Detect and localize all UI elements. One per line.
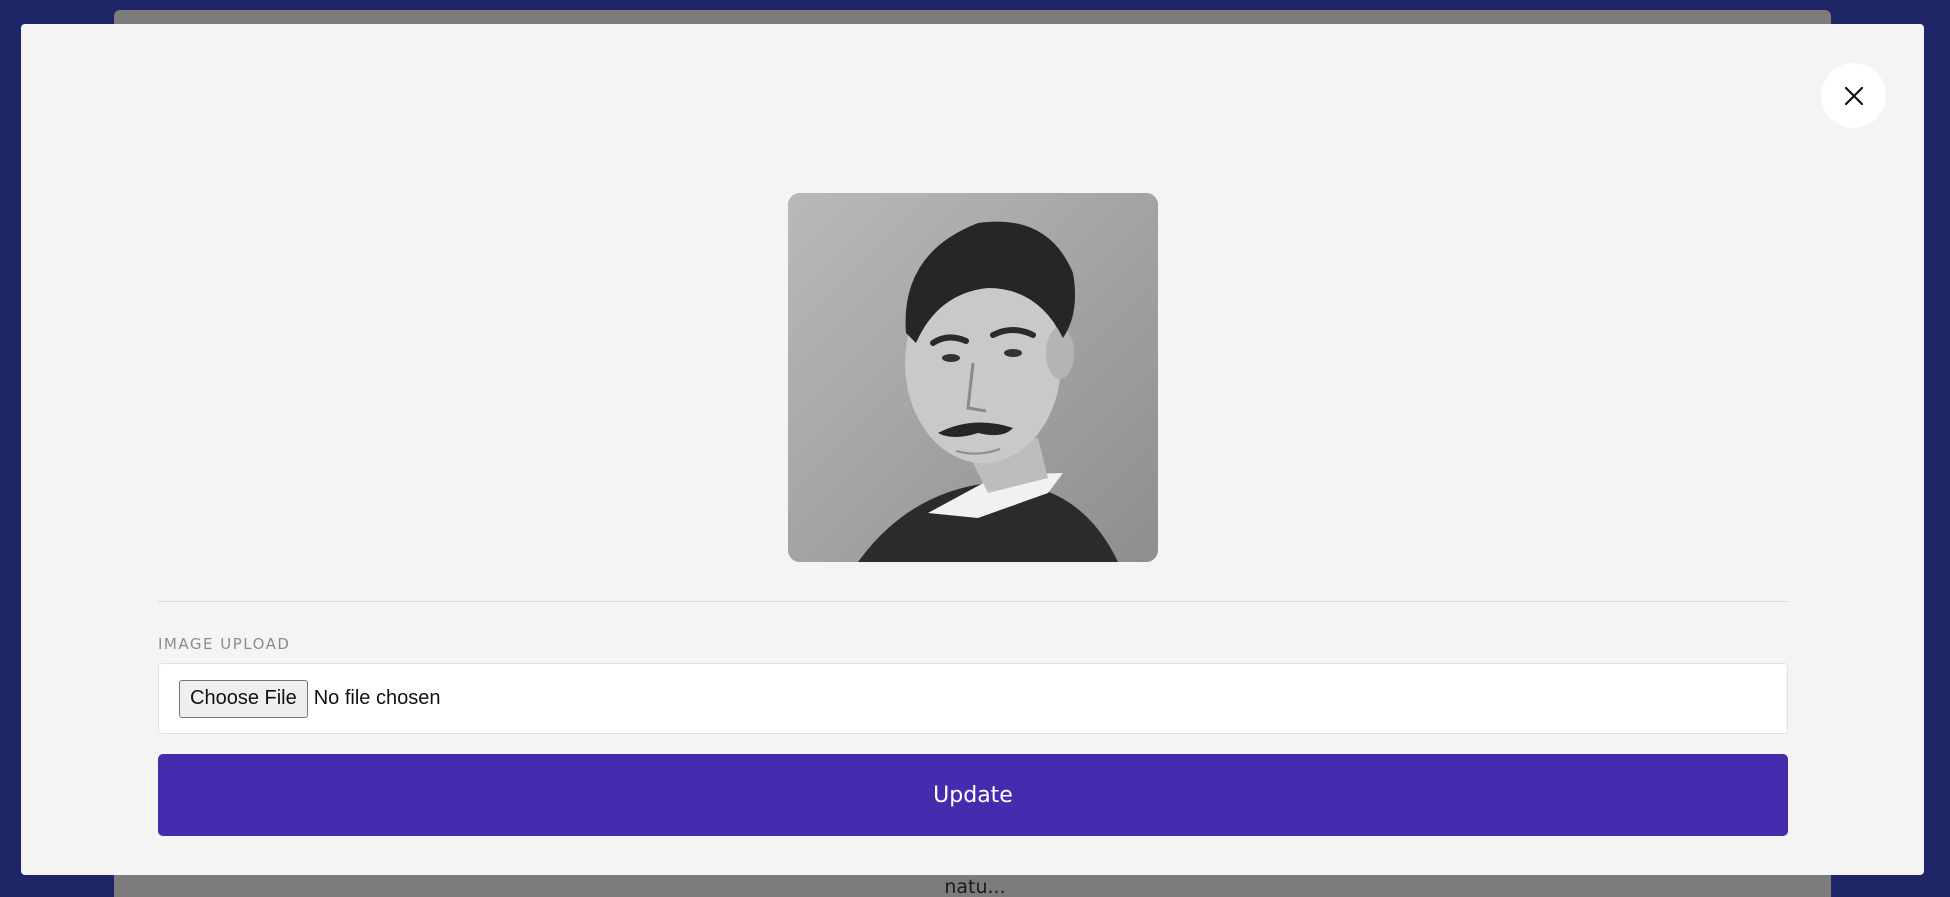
divider — [158, 601, 1788, 602]
close-icon — [1844, 86, 1863, 105]
portrait-photo — [788, 193, 1158, 562]
image-upload-modal: IMAGE UPLOAD Choose File No file chosen … — [21, 24, 1924, 875]
file-status-text: No file chosen — [313, 687, 441, 709]
choose-file-button[interactable]: Choose File — [179, 679, 308, 718]
close-button[interactable] — [1821, 63, 1886, 128]
file-input[interactable]: Choose File No file chosen — [158, 663, 1788, 734]
image-preview — [788, 193, 1158, 562]
update-button[interactable]: Update — [158, 754, 1788, 836]
background-snippet-text: natu... — [944, 876, 1006, 897]
image-upload-label: IMAGE UPLOAD — [158, 635, 291, 653]
